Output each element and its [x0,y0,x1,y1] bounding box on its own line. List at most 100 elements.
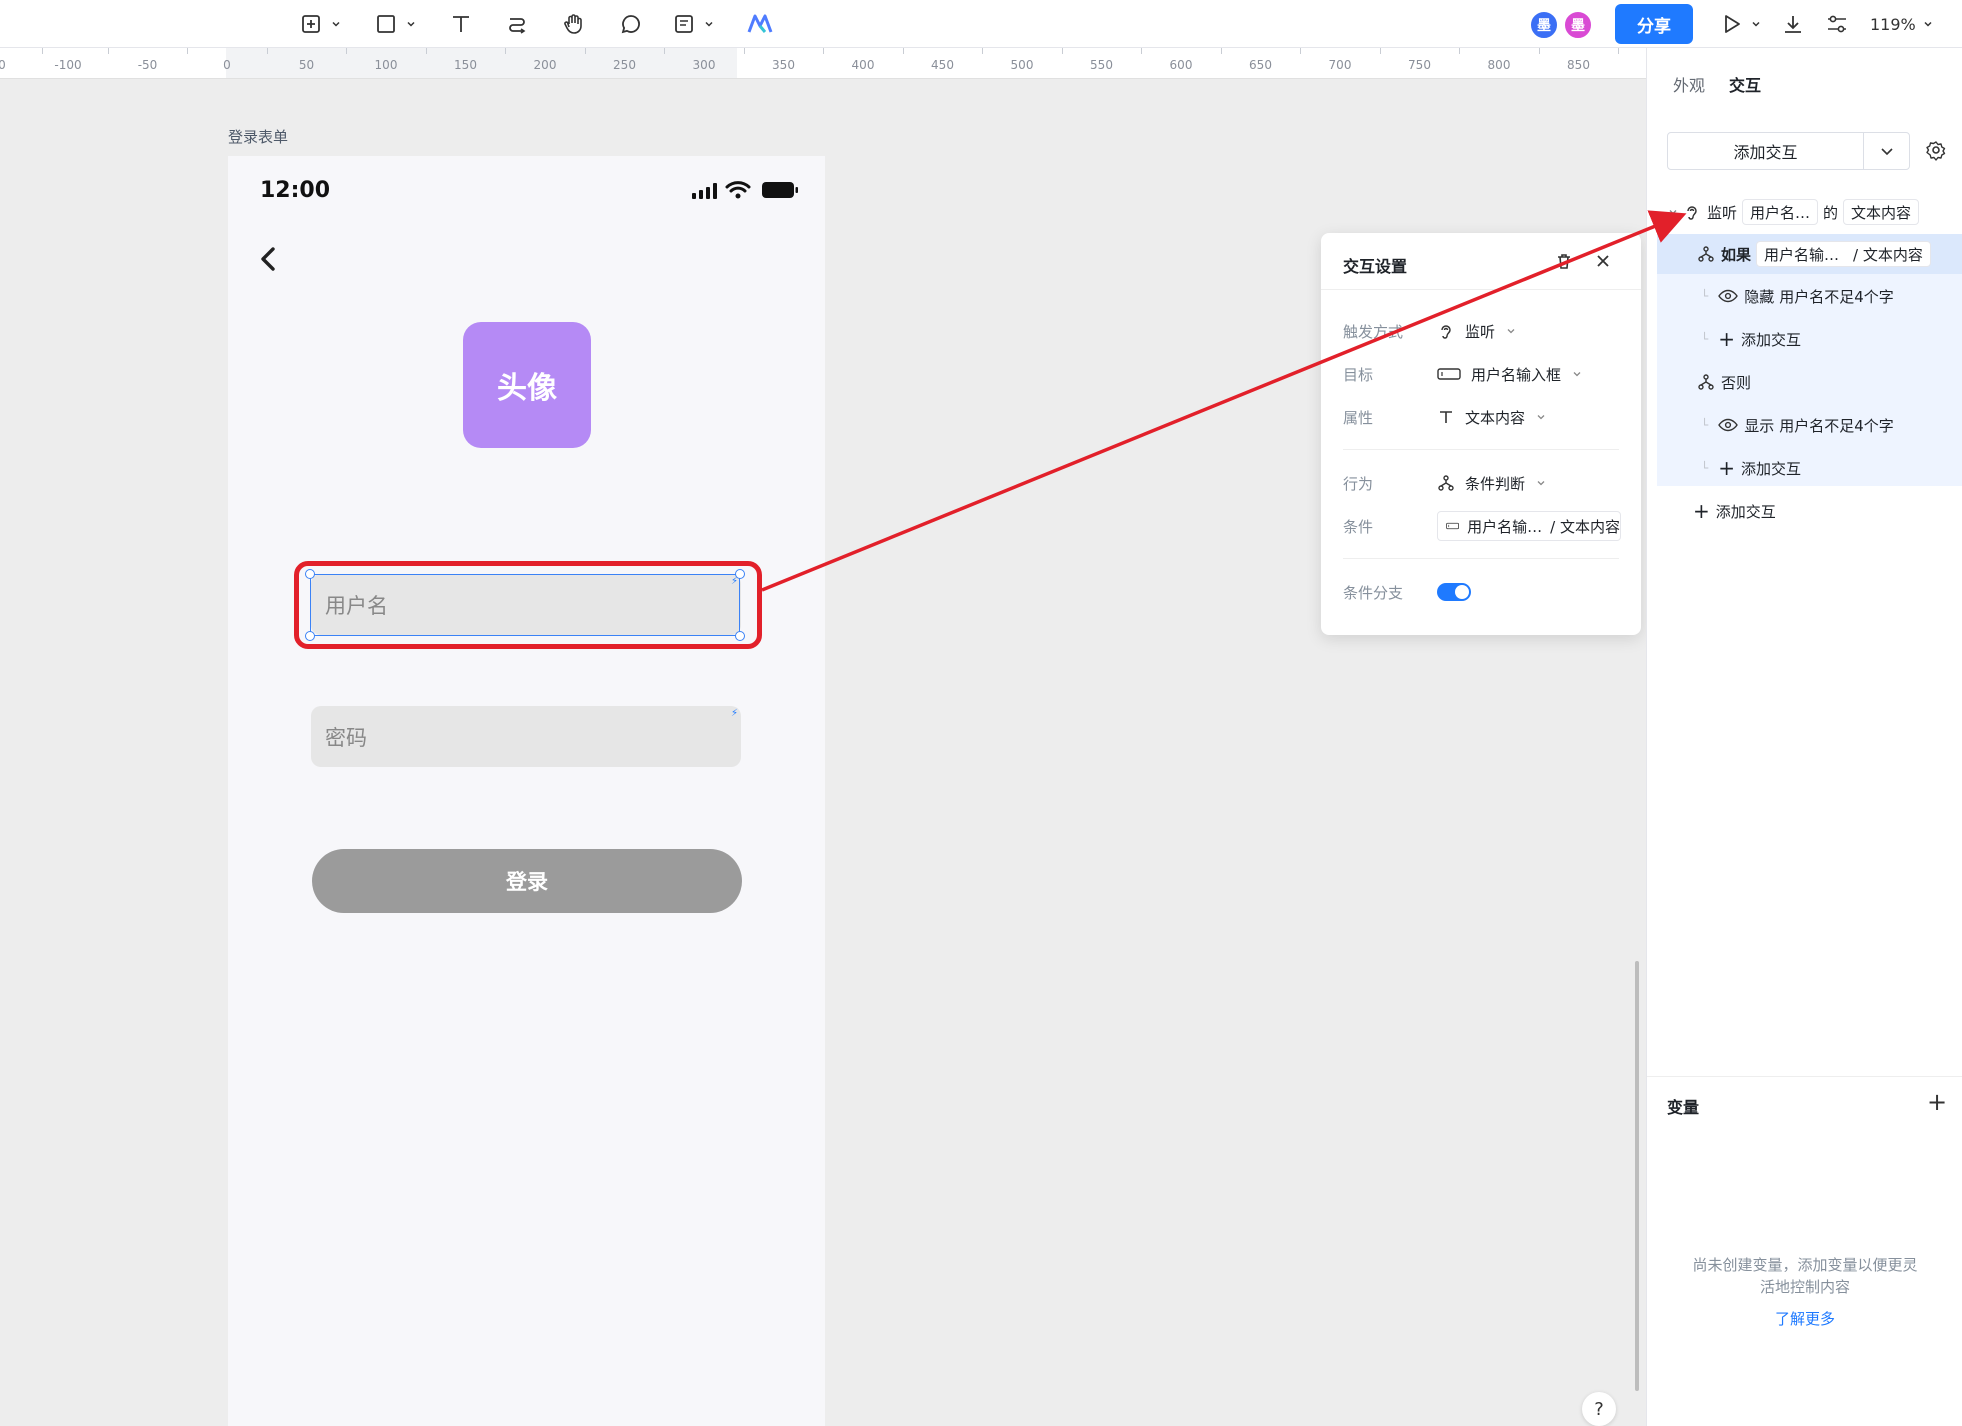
gear-icon[interactable] [1925,139,1947,161]
action-value: 条件判断 [1465,474,1526,493]
property-select[interactable]: 文本内容 [1437,407,1547,428]
ear-icon [1687,206,1697,220]
ruler-tick-label: 50 [298,58,315,72]
trash-icon[interactable] [1554,251,1574,271]
back-chevron-icon[interactable] [256,244,280,274]
ruler-tick-line [187,48,189,54]
avatar-placeholder[interactable]: 头像 [463,322,591,448]
text-tool[interactable] [450,0,472,48]
if-add-label: 添加交互 [1741,330,1802,349]
if-target: 用户名输… [1764,245,1840,264]
condition-field[interactable]: 用户名输… / 文本内容 [1437,511,1621,541]
add-variable-plus-icon[interactable]: + [1927,1088,1947,1116]
close-icon[interactable] [1593,251,1613,271]
learn-more-link[interactable]: 了解更多 [1647,1308,1962,1329]
chevron-down-icon [1537,481,1545,486]
zoom-control[interactable]: 119% [1870,0,1934,48]
ruler-tick-label: 400 [851,58,875,72]
listen-target-chip[interactable]: 用户名… [1742,199,1819,225]
note-icon [675,15,693,33]
comment-tool[interactable] [620,0,642,48]
tab-interaction[interactable]: 交互 [1729,72,1761,96]
chevron-down-icon [1669,210,1677,215]
tree-else-row[interactable]: 否则 [1647,362,1962,402]
chevron-down-icon [407,21,415,27]
connector-tool[interactable] [506,0,528,48]
hand-icon [564,14,582,34]
canvas-scrollbar[interactable] [1635,961,1639,1391]
rectangle-tool[interactable] [375,0,417,48]
if-keyword: 如果 [1721,245,1752,264]
ruler-tick-line [982,48,984,54]
trigger-row: 触发方式 监听 [1343,319,1517,343]
collaborator-avatar[interactable]: 墨 [1529,10,1559,40]
hand-tool[interactable] [562,0,586,48]
ruler-tick-line [823,48,825,54]
add-frame-tool[interactable] [300,0,342,48]
chevron-down-icon [1537,415,1545,420]
ruler-tick-label: 100 [374,58,398,72]
plus-icon: + [1693,499,1710,523]
download-button[interactable] [1782,0,1804,48]
target-select[interactable]: 用户名输入框 [1437,364,1583,385]
ruler-tick-label: 150 [454,58,477,72]
condition-row: 条件 用户名输… / 文本内容 [1343,511,1621,541]
chevron-down-icon [1924,21,1932,27]
ruler-tick-label: 750 [1408,58,1431,72]
signal-icon [692,183,717,199]
chevron-down-icon [1881,148,1893,156]
settings-button[interactable] [1825,0,1849,48]
login-button[interactable]: 登录 [312,849,742,913]
wifi-icon [725,181,751,199]
share-button[interactable]: 分享 [1615,4,1693,44]
action-select[interactable]: 条件判断 [1437,473,1547,494]
note-tool[interactable] [673,0,715,48]
else-action-target: 用户名不足4个字 [1779,416,1894,435]
trigger-label: 触发方式 [1343,322,1404,341]
ruler-tick-line [346,48,348,54]
ruler-tick-line [1300,48,1302,54]
phone-frame[interactable]: 12:00 头像 用户名 ⚡ 密码 ⚡ 登录 [228,156,825,1426]
ruler-tick-label: -100 [54,58,82,72]
annotation-highlight-box [294,561,762,649]
ruler-tick-label: 550 [1090,58,1113,72]
condition-target: 用户名输… [1467,517,1543,536]
branch-icon [1698,374,1714,390]
branch-icon [1438,475,1454,491]
ruler-tick-label: 700 [1328,58,1352,72]
tree-if-add-row[interactable]: └ + 添加交互 [1647,319,1962,359]
tree-if-row[interactable]: 如果 用户名输… / 文本内容 [1647,234,1962,274]
ruler-tick-line [1141,48,1143,54]
ruler-tick-line [664,48,666,54]
frame-label[interactable]: 登录表单 [228,126,288,147]
tab-appearance[interactable]: 外观 [1673,72,1705,96]
tree-else-add-row[interactable]: └ + 添加交互 [1647,448,1962,488]
ruler-tick-line [505,48,507,54]
tree-root-add-row[interactable]: + 添加交互 [1647,491,1962,531]
help-button[interactable]: ? [1582,1392,1616,1426]
branch-icon [1698,246,1714,262]
tree-if-action-row[interactable]: └ 隐藏 用户名不足4个字 [1647,276,1962,316]
password-input[interactable]: 密码 ⚡ [311,706,741,767]
tree-listen-row[interactable]: 监听 用户名… 的 文本内容 [1647,192,1962,232]
interaction-bolt-icon: ⚡ [730,708,738,719]
ai-tool[interactable] [746,0,774,48]
add-interaction-dropdown[interactable] [1863,132,1910,170]
popup-divider [1343,449,1619,450]
status-time: 12:00 [260,178,331,203]
connector-icon [509,18,526,34]
tree-else-action-row[interactable]: └ 显示 用户名不足4个字 [1647,405,1962,445]
ruler-tick-label: 450 [931,58,954,72]
listen-property-chip[interactable]: 文本内容 [1843,199,1920,225]
branch-row: 条件分支 [1343,580,1471,604]
popup-divider [1343,558,1619,559]
if-property: / 文本内容 [1853,245,1923,264]
ruler-tick-label: 350 [772,58,795,72]
preview-button[interactable] [1720,0,1762,48]
chevron-down-icon [705,21,713,27]
branch-toggle[interactable] [1437,583,1471,601]
trigger-select[interactable]: 监听 [1437,321,1517,342]
ruler-tick-line [584,48,586,54]
collaborator-avatar[interactable]: 墨 [1563,10,1593,40]
if-condition-chip[interactable]: 用户名输… / 文本内容 [1756,241,1931,267]
